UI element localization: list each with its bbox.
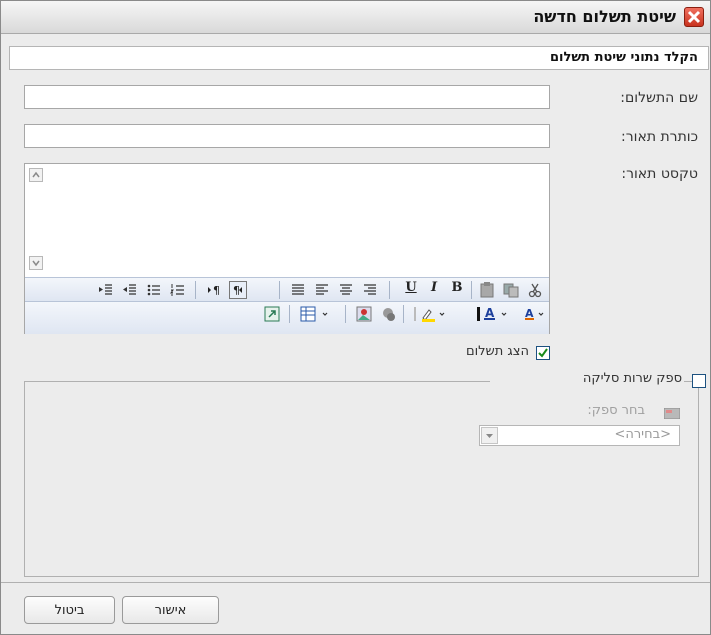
link-icon[interactable] <box>263 305 281 323</box>
provider-select[interactable]: <בחירה> <box>479 425 680 446</box>
close-icon <box>687 10 701 24</box>
bulleted-list-icon[interactable] <box>145 281 163 299</box>
rtl-paragraph-icon[interactable]: ¶ <box>229 281 247 299</box>
payment-name-label: שם התשלום: <box>620 90 698 106</box>
toolbar-separator <box>471 281 472 299</box>
fieldset-border <box>25 381 490 382</box>
payment-method-dialog: שיטת תשלום חדשה הקלד נתוני שיטת תשלום שם… <box>0 0 711 635</box>
justify-icon[interactable] <box>289 281 307 299</box>
provider-select-arrow[interactable] <box>481 427 498 444</box>
toolbar-separator <box>195 281 196 299</box>
clearing-service-label: ספק שרות סליקה <box>582 371 682 386</box>
close-button[interactable] <box>684 7 704 27</box>
copy-icon[interactable] <box>502 281 520 299</box>
description-title-label: כותרת תאור: <box>621 129 698 145</box>
section-header: הקלד נתוני שיטת תשלום <box>9 46 709 70</box>
provider-icon <box>663 404 681 420</box>
payment-name-input[interactable] <box>24 85 550 109</box>
numbered-list-icon[interactable] <box>169 281 187 299</box>
rich-text-editor[interactable]: B I U ¶ ¶ A A <box>24 163 550 334</box>
choose-provider-label: בחר ספק: <box>587 403 645 418</box>
outdent-icon[interactable] <box>121 281 139 299</box>
cancel-button[interactable]: ביטול <box>24 596 115 624</box>
scroll-up-button[interactable] <box>29 168 43 182</box>
align-right-icon[interactable] <box>361 281 379 299</box>
highlight-color-icon[interactable] <box>413 305 453 323</box>
table-icon[interactable] <box>299 305 335 323</box>
dialog-title: שיטת תשלום חדשה <box>533 7 676 26</box>
toolbar-separator <box>279 281 280 299</box>
chevron-down-icon <box>486 434 493 438</box>
provider-select-value: <בחירה> <box>614 427 671 442</box>
symbol-icon[interactable] <box>379 305 397 323</box>
ok-button[interactable]: אישור <box>122 596 219 624</box>
toolbar-separator <box>389 281 390 299</box>
align-left-icon[interactable] <box>313 281 331 299</box>
font-color-icon[interactable]: A <box>523 305 547 323</box>
svg-text:¶: ¶ <box>233 284 240 297</box>
underline-button[interactable]: U <box>402 280 420 295</box>
chevron-up-icon <box>32 171 40 178</box>
align-center-icon[interactable] <box>337 281 355 299</box>
toolbar-separator <box>289 305 290 323</box>
svg-text:A: A <box>485 306 495 320</box>
ltr-paragraph-icon[interactable]: ¶ <box>205 281 223 299</box>
image-icon[interactable] <box>355 305 373 323</box>
bold-button[interactable]: B <box>448 280 466 295</box>
title-bar: שיטת תשלום חדשה <box>1 1 710 34</box>
svg-text:¶: ¶ <box>213 284 220 297</box>
chevron-down-icon <box>32 260 40 267</box>
checkmark-icon <box>538 348 548 358</box>
toolbar-separator <box>403 305 404 323</box>
description-title-input[interactable] <box>24 124 550 148</box>
editor-toolbar-row-1: B I U ¶ ¶ <box>25 277 549 301</box>
cut-icon[interactable] <box>526 281 544 299</box>
paste-icon[interactable] <box>478 281 496 299</box>
text-color-icon[interactable]: A <box>475 305 515 323</box>
show-payment-checkbox[interactable] <box>536 346 550 360</box>
toolbar-separator <box>345 305 346 323</box>
description-text-label: טקסט תאור: <box>621 166 698 182</box>
indent-icon[interactable] <box>97 281 115 299</box>
show-payment-label: הצג תשלום <box>465 344 529 359</box>
editor-toolbar-row-2: A A <box>25 301 549 334</box>
clearing-service-checkbox[interactable] <box>692 374 706 388</box>
scroll-down-button[interactable] <box>29 256 43 270</box>
footer-divider <box>1 582 710 583</box>
italic-button[interactable]: I <box>425 280 443 295</box>
section-header-text: הקלד נתוני שיטת תשלום <box>549 50 698 65</box>
